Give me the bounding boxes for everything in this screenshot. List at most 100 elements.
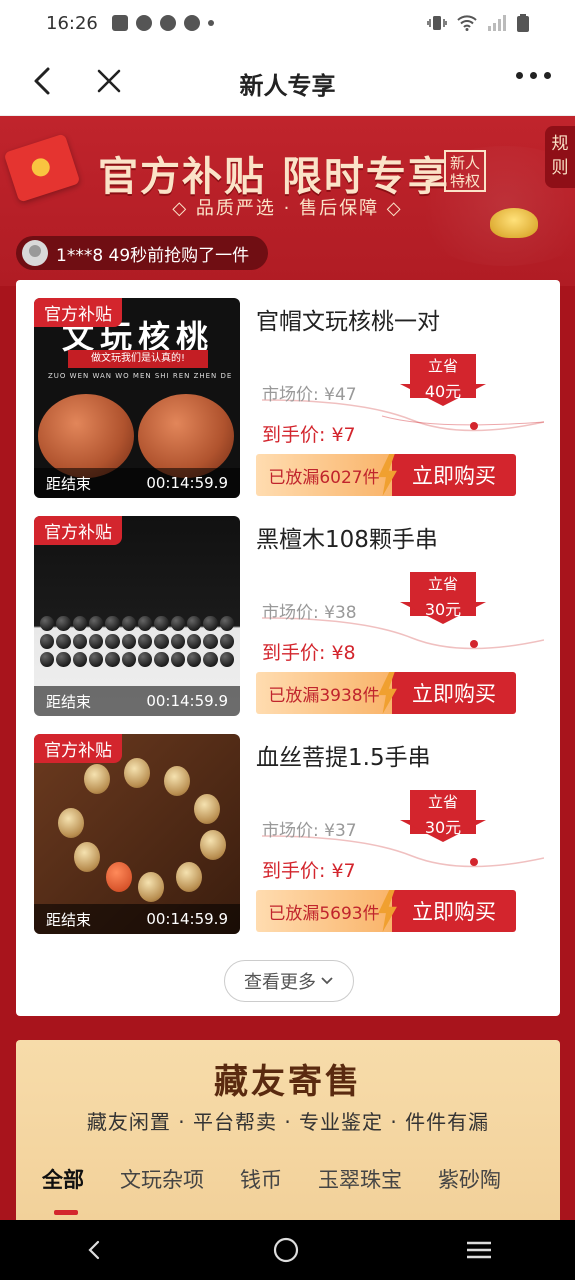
savings-amount: 40元 (424, 382, 462, 401)
savings-badge: 立省 30元 (400, 790, 486, 848)
wifi-icon (457, 15, 477, 31)
status-bar: 16:26 (0, 0, 575, 46)
ticker-text: 1***8 49秒前抢购了一件 (56, 245, 250, 266)
bodhi-bead (124, 758, 150, 788)
system-nav-bar (0, 1220, 575, 1280)
countdown-label: 距结束 (46, 474, 92, 493)
subsidy-tag: 官方补贴 (34, 734, 122, 763)
image-pinyin: ZUO WEN WAN WO MEN SHI REN ZHEN DE (48, 372, 233, 380)
product-name[interactable]: 血丝菩提1.5手串 (256, 738, 431, 772)
countdown-bar: 距结束 00:14:59.9 (34, 686, 240, 716)
product-image[interactable]: 官方补贴 距结束 00:14:59.9 (34, 516, 240, 716)
countdown-bar: 距结束 00:14:59.9 (34, 468, 240, 498)
released-count: 已放漏3938件 (256, 672, 397, 714)
consignment-section: 藏友寄售 藏友闲置 · 平台帮卖 · 专业鉴定 · 件件有漏 全部 文玩杂项 钱… (16, 1040, 560, 1220)
bodhi-bead (176, 862, 202, 892)
countdown-bar: 距结束 00:14:59.9 (34, 904, 240, 934)
section-title: 藏友寄售 (214, 1062, 362, 1102)
more-notifications-icon (207, 20, 214, 26)
savings-badge: 立省 40元 (400, 354, 486, 412)
buy-bar[interactable]: 已放漏6027件 立即购买 (256, 454, 516, 496)
deal-price: 到手价: ¥8 (262, 642, 356, 664)
bodhi-bead (138, 872, 164, 902)
buy-bar[interactable]: 已放漏3938件 立即购买 (256, 672, 516, 714)
app-notification-icon (135, 15, 152, 31)
chevron-down-icon (321, 977, 333, 985)
battery-icon (517, 14, 529, 32)
market-price: 市场价: ¥38 (262, 603, 357, 623)
product-item[interactable]: 官方补贴 文玩核桃 做文玩我们是认真的! ZUO WEN WAN WO MEN … (34, 298, 544, 498)
product-item[interactable]: 官方补贴 距结束 00:14:59.9 黑檀木108颗手串 市场价: ¥38 到… (34, 516, 544, 716)
product-name[interactable]: 官帽文玩核桃一对 (256, 302, 440, 336)
walnut-image (138, 394, 234, 478)
red-bead (106, 862, 132, 892)
message-icon (111, 15, 128, 31)
buy-now-button[interactable]: 立即购买 (392, 890, 516, 932)
image-banner: 做文玩我们是认真的! (68, 350, 208, 368)
bodhi-bead (74, 842, 100, 872)
status-time: 16:26 (46, 12, 98, 34)
category-tabs: 全部 文玩杂项 钱币 玉翠珠宝 紫砂陶 (42, 1164, 562, 1194)
countdown-label: 距结束 (46, 692, 92, 711)
product-image[interactable]: 官方补贴 距结束 00:14:59.9 (34, 734, 240, 934)
tab-pottery[interactable]: 紫砂陶 (438, 1164, 501, 1194)
subsidy-tag: 官方补贴 (34, 516, 122, 545)
released-text: 已放漏6027件 (268, 467, 380, 488)
buy-bar[interactable]: 已放漏5693件 立即购买 (256, 890, 516, 932)
signal-icon (488, 15, 506, 31)
app-notification-icon (183, 15, 200, 31)
product-image[interactable]: 官方补贴 文玩核桃 做文玩我们是认真的! ZUO WEN WAN WO MEN … (34, 298, 240, 498)
gold-ingot-icon (490, 208, 538, 238)
tab-curios[interactable]: 文玩杂项 (120, 1164, 204, 1194)
savings-amount: 30元 (424, 600, 462, 619)
deal-price: 到手价: ¥7 (262, 424, 356, 446)
purchase-ticker: 1***8 49秒前抢购了一件 (16, 236, 268, 270)
market-price: 市场价: ¥47 (262, 385, 357, 405)
released-text: 已放漏3938件 (268, 685, 380, 706)
bodhi-bead (164, 766, 190, 796)
savings-badge: 立省 30元 (400, 572, 486, 630)
notification-icons (111, 15, 214, 31)
system-icons (427, 14, 529, 32)
countdown-timer: 00:14:59.9 (146, 692, 228, 710)
countdown-timer: 00:14:59.9 (146, 474, 228, 492)
bodhi-bead (58, 808, 84, 838)
walnut-image (38, 394, 134, 478)
more-menu-icon[interactable] (516, 72, 551, 79)
nav-bar: 新人专享 (0, 46, 575, 116)
newcomer-badge: 新人特权 (444, 150, 486, 192)
vibrate-icon (427, 16, 447, 30)
system-home-icon[interactable] (272, 1236, 300, 1264)
view-more-label: 查看更多 (244, 972, 316, 993)
banner-tagline: ◇ 品质严选 · 售后保障 ◇ (172, 198, 403, 219)
app-notification-icon (159, 15, 176, 31)
red-envelope-icon (3, 133, 81, 203)
bodhi-bead (194, 794, 220, 824)
buy-now-button[interactable]: 立即购买 (392, 454, 516, 496)
product-list-card: 官方补贴 文玩核桃 做文玩我们是认真的! ZUO WEN WAN WO MEN … (16, 280, 560, 1016)
buy-now-button[interactable]: 立即购买 (392, 672, 516, 714)
released-text: 已放漏5693件 (268, 903, 380, 924)
released-count: 已放漏6027件 (256, 454, 397, 496)
page-title: 新人专享 (239, 72, 336, 100)
avatar (22, 240, 48, 266)
active-tab-indicator (54, 1210, 78, 1215)
product-item[interactable]: 官方补贴 距结束 00:14:59.9 血丝菩提1.5手串 市场价: ¥37 到… (34, 734, 544, 934)
product-name[interactable]: 黑檀木108颗手串 (256, 520, 438, 554)
rules-button[interactable]: 规则 (545, 126, 575, 188)
savings-amount: 30元 (424, 818, 462, 837)
section-subtitle: 藏友闲置 · 平台帮卖 · 专业鉴定 · 件件有漏 (86, 1110, 490, 1134)
subsidy-tag: 官方补贴 (34, 298, 122, 327)
tab-all[interactable]: 全部 (42, 1164, 84, 1194)
tab-coins[interactable]: 钱币 (240, 1164, 282, 1194)
bead-strand (40, 652, 234, 670)
tab-jade-jewelry[interactable]: 玉翠珠宝 (318, 1164, 402, 1194)
view-more-button[interactable]: 查看更多 (224, 960, 354, 1002)
bodhi-bead (84, 764, 110, 794)
system-recents-icon[interactable] (465, 1238, 493, 1262)
bodhi-bead (200, 830, 226, 860)
bead-strand (40, 634, 234, 652)
released-count: 已放漏5693件 (256, 890, 397, 932)
system-back-icon[interactable] (83, 1238, 107, 1262)
countdown-timer: 00:14:59.9 (146, 910, 228, 928)
